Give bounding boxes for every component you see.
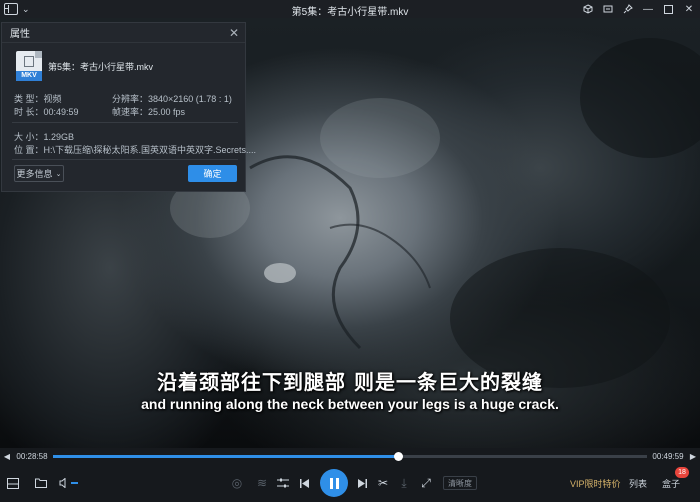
player-logo-icon[interactable] bbox=[4, 3, 18, 15]
title-bar: ⌄ 第5集：考古小行星带.mkv — ✕ bbox=[0, 0, 700, 18]
location-value: 位 置：H:\下载压缩\探秘太阳系.国英双语中英双字.Secrets.... bbox=[14, 145, 257, 155]
divider bbox=[12, 122, 238, 123]
window-controls: — ✕ bbox=[578, 0, 700, 18]
fps-value: 帧速率：25.00 fps bbox=[112, 107, 186, 117]
chevron-down-icon[interactable]: ⌄ bbox=[22, 4, 30, 15]
type-value: 类 型：视频 bbox=[14, 94, 62, 104]
forward-icon[interactable]: ▶ bbox=[686, 452, 700, 461]
quality-button[interactable]: 清晰度 bbox=[443, 476, 477, 490]
seek-bar[interactable] bbox=[53, 451, 647, 461]
minimize-to-tray-icon[interactable] bbox=[598, 0, 618, 18]
scissors-icon[interactable]: ✂ bbox=[376, 475, 390, 491]
more-info-button[interactable]: 更多信息 ⌄ bbox=[14, 165, 64, 182]
resolution-value: 分辨率：3840×2160 (1.78 : 1) bbox=[112, 94, 232, 104]
current-time: 00:28:58 bbox=[16, 451, 48, 461]
dialog-close-icon[interactable]: ✕ bbox=[229, 26, 239, 40]
subtitle-english: and running along the neck between your … bbox=[141, 396, 559, 412]
total-time: 00:49:59 bbox=[652, 451, 684, 461]
seek-bar-thumb[interactable] bbox=[393, 451, 403, 461]
more-info-label: 更多信息 bbox=[16, 169, 53, 179]
minimize-icon[interactable]: — bbox=[638, 0, 658, 18]
open-folder-icon[interactable] bbox=[34, 475, 48, 491]
ok-button[interactable]: 确定 bbox=[188, 165, 237, 182]
notification-badge: 18 bbox=[675, 467, 689, 478]
cube-icon[interactable] bbox=[578, 0, 598, 18]
subtitle-chinese: 沿着颈部往下到腿部 则是一条巨大的裂缝 bbox=[157, 370, 543, 394]
file-type-badge: MKV bbox=[16, 71, 42, 81]
progress-row: ◀ 00:28:58 00:49:59 ▶ bbox=[0, 448, 700, 464]
dialog-title: 属性 bbox=[2, 23, 245, 43]
properties-dialog: 属性 ✕ MKV 第5集：考古小行星带.mkv 类 型：视频 分辨率：3840×… bbox=[1, 22, 256, 192]
vip-promo-link[interactable]: VIP限时特价 bbox=[570, 477, 621, 490]
rewind-icon[interactable]: ◀ bbox=[0, 452, 14, 461]
size-value: 大 小：1.29GB bbox=[14, 132, 75, 142]
file-icon: MKV bbox=[16, 51, 42, 81]
download-icon[interactable]: ⤓ bbox=[398, 475, 410, 491]
fullscreen-icon[interactable]: ⤢ bbox=[420, 475, 432, 491]
volume-icon[interactable] bbox=[58, 475, 70, 491]
restore-icon[interactable] bbox=[658, 0, 678, 18]
close-icon[interactable]: ✕ bbox=[678, 0, 700, 18]
divider bbox=[12, 159, 238, 160]
pause-icon bbox=[329, 477, 333, 489]
chevron-down-icon: ⌄ bbox=[55, 170, 62, 178]
previous-icon[interactable] bbox=[298, 475, 310, 491]
pin-icon[interactable] bbox=[618, 0, 638, 18]
screenshot-icon[interactable]: ◎ bbox=[230, 475, 244, 491]
settings-sliders-icon[interactable] bbox=[276, 475, 290, 491]
box-button[interactable]: 盒子 bbox=[662, 477, 680, 490]
seek-bar-fill bbox=[53, 454, 398, 458]
file-name: 第5集：考古小行星带.mkv bbox=[48, 62, 154, 72]
volume-slider[interactable] bbox=[71, 482, 78, 484]
list-button[interactable]: 列表 bbox=[629, 477, 647, 490]
duration-value: 时 长：00:49:59 bbox=[14, 107, 79, 117]
control-bar: ◎ ≋ ✂ ⤓ ⤢ 清晰度 VIP限时特价 列表 盒子 18 bbox=[0, 464, 700, 502]
pause-button[interactable] bbox=[320, 469, 348, 497]
playlist-toggle-icon[interactable] bbox=[6, 475, 20, 491]
eq-icon[interactable]: ≋ bbox=[255, 475, 269, 491]
next-icon[interactable] bbox=[356, 475, 368, 491]
